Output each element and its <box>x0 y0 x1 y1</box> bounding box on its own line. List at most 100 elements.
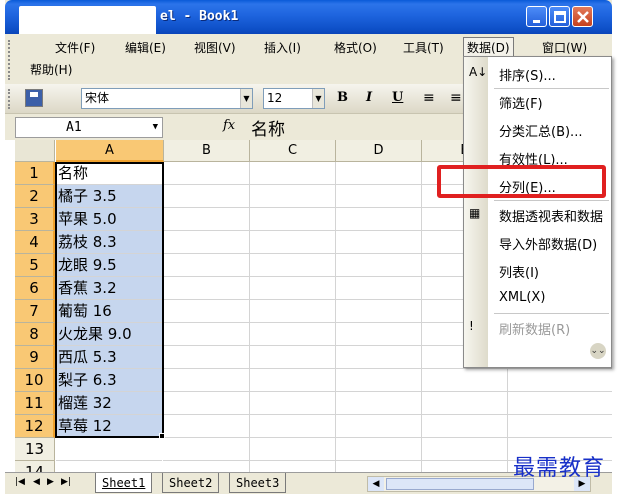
cell-a4[interactable]: 荔枝 8.3 <box>56 231 162 254</box>
select-all-corner[interactable] <box>15 140 55 162</box>
name-box-value: A1 <box>66 120 82 135</box>
bold-button[interactable]: B <box>337 90 348 105</box>
save-icon[interactable] <box>25 89 43 107</box>
row-header[interactable]: 5 <box>15 254 55 277</box>
gridline <box>335 162 336 472</box>
scroll-thumb[interactable] <box>386 478 534 490</box>
data-menu-item[interactable]: XML(X) <box>464 286 611 312</box>
row-header[interactable]: 14 <box>15 461 55 472</box>
cell-a9[interactable]: 西瓜 5.3 <box>56 346 162 369</box>
menu-separator <box>494 200 609 201</box>
italic-button[interactable]: I <box>366 90 372 105</box>
scroll-left-icon[interactable]: ◀ <box>368 477 384 491</box>
cell-a12[interactable]: 草莓 12 <box>56 415 162 438</box>
column-header-b[interactable]: B <box>164 140 250 162</box>
row-header[interactable]: 13 <box>15 438 55 461</box>
sort-icon: A↓ <box>469 65 488 79</box>
first-sheet-icon[interactable]: |◀ <box>15 477 25 487</box>
data-menu-item-label: 列表(I) <box>499 266 539 281</box>
chevron-down-icon[interactable]: ▼ <box>240 89 252 108</box>
formula-content[interactable]: 名称 <box>251 115 285 140</box>
function-icon[interactable]: fx <box>223 118 235 133</box>
close-button[interactable] <box>572 6 593 27</box>
row-header[interactable]: 2 <box>15 185 55 208</box>
cell-a5[interactable]: 龙眼 9.5 <box>56 254 162 277</box>
tab-sheet2[interactable]: Sheet2 <box>162 473 220 493</box>
column-header-d[interactable]: D <box>336 140 422 162</box>
menu-view[interactable]: 视图(V) <box>194 38 236 58</box>
gridline <box>249 162 250 472</box>
font-name-select[interactable]: 宋体 ▼ <box>81 88 253 109</box>
gridline <box>163 391 612 392</box>
data-menu-item[interactable]: 列表(I) <box>464 258 611 284</box>
minimize-button[interactable] <box>526 6 547 27</box>
close-icon <box>577 11 589 23</box>
highlight-box <box>437 165 606 198</box>
row-header[interactable]: 7 <box>15 300 55 323</box>
data-menu-item[interactable]: ! 刷新数据(R) <box>464 315 611 341</box>
row-header[interactable]: 10 <box>15 369 55 392</box>
expand-menu-icon[interactable]: ⌄⌄ <box>590 343 606 359</box>
menu-help[interactable]: 帮助(H) <box>30 60 72 80</box>
cell-a2[interactable]: 橘子 3.5 <box>56 185 162 208</box>
column-header-c[interactable]: C <box>250 140 336 162</box>
data-menu-item[interactable]: 筛选(F) <box>464 89 611 115</box>
column-header-a[interactable]: A <box>56 140 164 162</box>
row-header[interactable]: 4 <box>15 231 55 254</box>
minimize-icon <box>533 20 540 23</box>
prev-sheet-icon[interactable]: ◀ <box>33 477 40 487</box>
menu-file[interactable]: 文件(F) <box>55 38 95 58</box>
next-sheet-icon[interactable]: ▶ <box>47 477 54 487</box>
cell-a10[interactable]: 梨子 6.3 <box>56 369 162 392</box>
cell-a8[interactable]: 火龙果 9.0 <box>56 323 162 346</box>
font-size-select[interactable]: 12 ▼ <box>263 88 325 109</box>
cell-a6[interactable]: 香蕉 3.2 <box>56 277 162 300</box>
align-left-icon[interactable]: ≡ <box>423 90 435 106</box>
row-header[interactable]: 1 <box>15 162 55 185</box>
cell-a14[interactable] <box>56 461 162 472</box>
fill-handle[interactable] <box>159 433 165 439</box>
data-menu-item[interactable]: ▦ 数据透视表和数据 <box>464 202 611 228</box>
menu-separator <box>494 313 609 314</box>
menu-format[interactable]: 格式(O) <box>334 38 377 58</box>
row-header[interactable]: 9 <box>15 346 55 369</box>
gridline <box>163 437 612 438</box>
data-menu-dropdown: A↓ 排序(S)... 筛选(F) 分类汇总(B)... 有效性(L)... 分列(E).… <box>463 56 612 368</box>
font-size-value: 12 <box>267 91 283 105</box>
cell-a7[interactable]: 葡萄 16 <box>56 300 162 323</box>
maximize-button[interactable] <box>549 6 570 27</box>
data-menu-item-label: XML(X) <box>499 290 546 305</box>
row-header[interactable]: 3 <box>15 208 55 231</box>
row-header[interactable]: 11 <box>15 392 55 415</box>
cell-a11[interactable]: 榴莲 32 <box>56 392 162 415</box>
menu-edit[interactable]: 编辑(E) <box>125 38 166 58</box>
row-header[interactable]: 12 <box>15 415 55 438</box>
tab-sheet1[interactable]: Sheet1 <box>95 473 153 493</box>
refresh-icon: ! <box>469 319 474 333</box>
tab-sheet3[interactable]: Sheet3 <box>229 473 287 493</box>
last-sheet-icon[interactable]: ▶| <box>61 477 71 487</box>
chevron-down-icon[interactable]: ▼ <box>312 89 324 108</box>
data-menu-item-label: 刷新数据(R) <box>499 323 571 338</box>
cell-a1[interactable]: 名称 <box>56 162 162 185</box>
underline-button[interactable]: U <box>392 90 403 105</box>
chevron-down-icon[interactable]: ▼ <box>153 118 158 137</box>
data-menu-item-label: 排序(S)... <box>499 69 556 84</box>
menu-window[interactable]: 窗口(W) <box>542 38 587 58</box>
data-menu-item-label: 数据透视表和数据 <box>499 210 604 225</box>
data-menu-item[interactable]: 导入外部数据(D) <box>464 230 611 256</box>
row-header[interactable]: 8 <box>15 323 55 346</box>
menubar-grip[interactable] <box>8 40 11 80</box>
toolbar-grip[interactable] <box>8 89 11 109</box>
menu-insert[interactable]: 插入(I) <box>264 38 301 58</box>
row-header[interactable]: 6 <box>15 277 55 300</box>
data-menu-item-label: 筛选(F) <box>499 97 543 112</box>
cell-a13[interactable] <box>56 438 162 461</box>
cell-a3[interactable]: 苹果 5.0 <box>56 208 162 231</box>
menu-tools[interactable]: 工具(T) <box>403 38 444 58</box>
align-center-icon[interactable]: ≡ <box>450 90 462 106</box>
name-box[interactable]: A1 ▼ <box>15 117 163 138</box>
data-menu-item[interactable]: A↓ 排序(S)... <box>464 61 611 87</box>
font-name-value: 宋体 <box>85 91 110 105</box>
data-menu-item[interactable]: 分类汇总(B)... <box>464 117 611 143</box>
